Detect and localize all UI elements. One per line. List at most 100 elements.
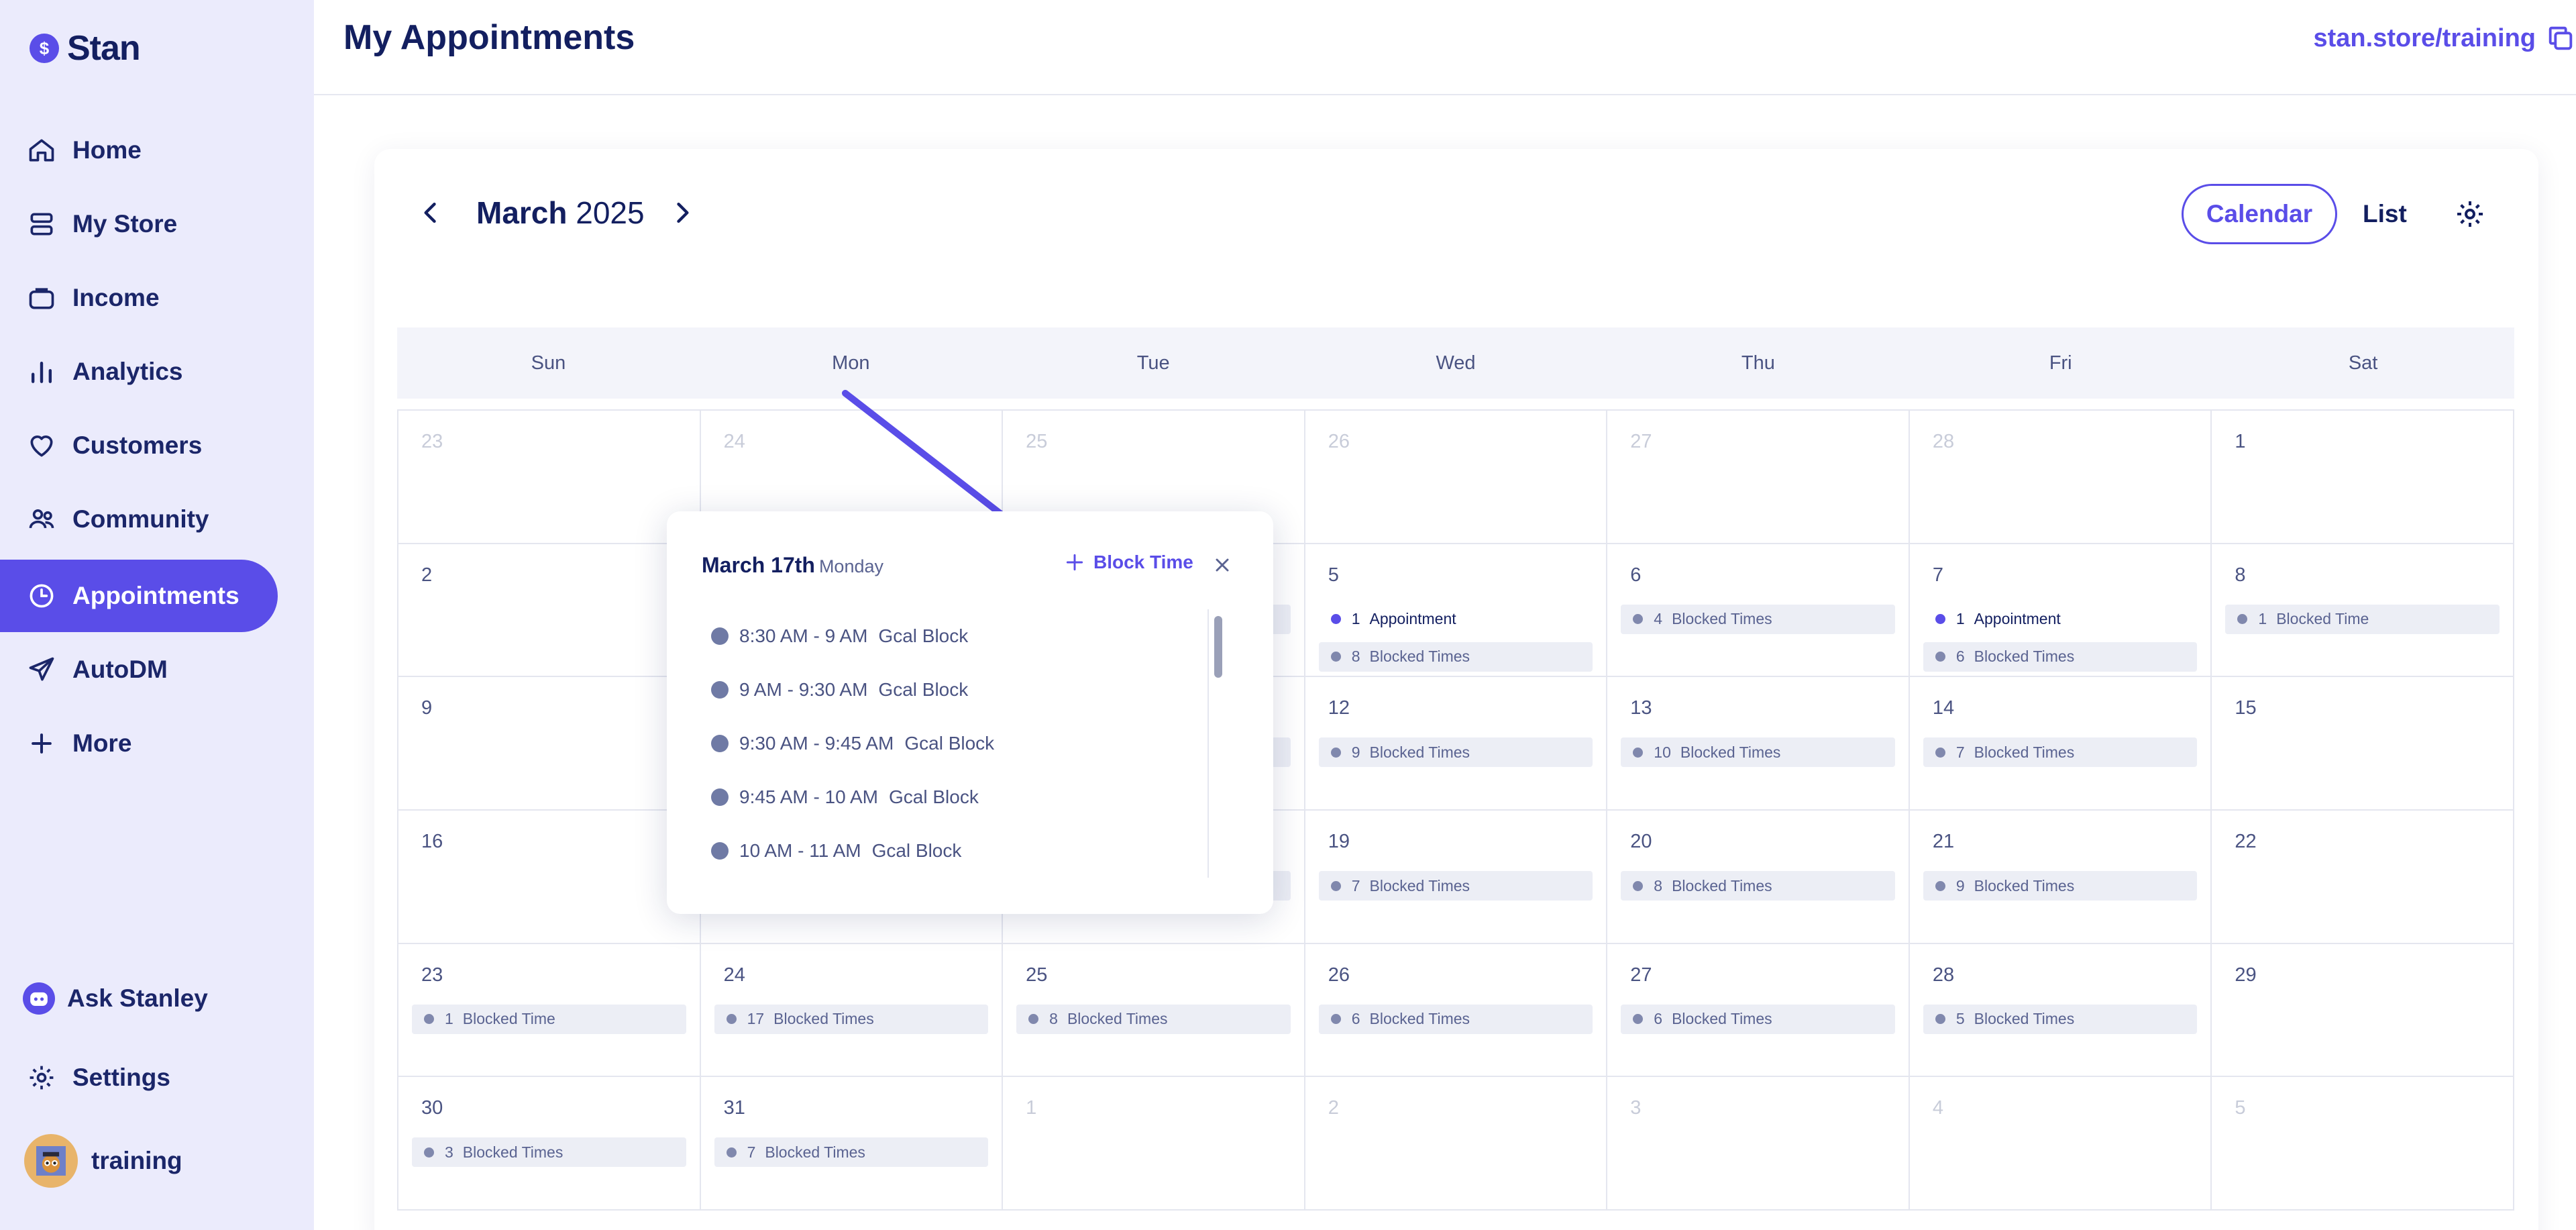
day-cell[interactable]: 14 7 Blocked Times xyxy=(1909,677,2212,811)
blocked-time-chip[interactable]: 7 Blocked Times xyxy=(714,1137,989,1168)
day-number: 30 xyxy=(421,1097,443,1119)
blocked-time-row[interactable]: 9:30 AM - 9:45 AM Gcal Block xyxy=(711,717,1234,770)
day-cell[interactable]: 31 7 Blocked Times xyxy=(700,1077,1004,1211)
event-label: Blocked Times xyxy=(1680,743,1781,761)
blocked-time-chip[interactable]: 6 Blocked Times xyxy=(1923,642,2198,672)
day-cell[interactable]: 2 xyxy=(398,544,701,678)
day-cell[interactable]: 28 xyxy=(1909,411,2212,544)
blocked-time-chip[interactable]: 9 Blocked Times xyxy=(1318,737,1593,768)
blocked-time-row[interactable]: 9 AM - 9:30 AM Gcal Block xyxy=(711,663,1234,717)
event-count: 6 xyxy=(1654,1010,1663,1028)
copy-icon[interactable] xyxy=(2545,23,2576,54)
appointment-chip[interactable]: 1 Appointment xyxy=(1319,605,1593,634)
day-number: 29 xyxy=(2235,964,2257,986)
calendar-view-button[interactable]: Calendar xyxy=(2182,184,2337,244)
blocked-time-chip[interactable]: 4 Blocked Times xyxy=(1621,604,1895,634)
day-number: 27 xyxy=(1630,431,1652,452)
day-cell[interactable]: 4 xyxy=(1909,1077,2212,1211)
day-cell[interactable]: 30 3 Blocked Times xyxy=(398,1077,701,1211)
blocked-time-chip[interactable]: 10 Blocked Times xyxy=(1621,737,1895,768)
event-count: 10 xyxy=(1654,743,1671,761)
status-dot xyxy=(1028,1014,1039,1025)
day-number: 4 xyxy=(1932,1097,1943,1119)
day-cell[interactable]: 5 xyxy=(2212,1077,2514,1211)
blocked-time-row[interactable]: 10 AM - 11 AM Gcal Block xyxy=(711,824,1234,878)
day-cell[interactable]: 26 xyxy=(1305,411,1608,544)
block-source: Gcal Block xyxy=(889,786,979,807)
sidebar-item-analytics[interactable]: Analytics xyxy=(0,336,278,408)
day-cell[interactable]: 29 xyxy=(2212,943,2514,1078)
blocked-time-chip[interactable]: 6 Blocked Times xyxy=(1621,1004,1895,1034)
day-cell[interactable]: 16 xyxy=(398,811,701,944)
brand-logo[interactable]: $ Stan xyxy=(30,29,141,68)
day-cell[interactable]: 13 10 Blocked Times xyxy=(1607,677,1910,811)
block-time-button[interactable]: Block Time xyxy=(1064,552,1193,573)
day-events: 5 Blocked Times xyxy=(1923,1004,2198,1042)
sidebar-item-home[interactable]: Home xyxy=(0,114,278,187)
user-profile[interactable]: training xyxy=(0,1125,278,1197)
day-cell[interactable]: 20 8 Blocked Times xyxy=(1607,811,1910,944)
day-cell[interactable]: 28 5 Blocked Times xyxy=(1909,943,2212,1078)
sidebar-item-settings[interactable]: Settings xyxy=(0,1041,278,1114)
day-cell[interactable]: 9 xyxy=(398,677,701,811)
day-cell[interactable]: 15 xyxy=(2212,677,2514,811)
chevron-left-icon[interactable] xyxy=(416,198,445,227)
event-count: 8 xyxy=(1351,648,1360,666)
day-cell[interactable]: 1 xyxy=(1003,1077,1305,1211)
event-count: 9 xyxy=(1955,876,1965,894)
sidebar-item-income[interactable]: Income xyxy=(0,262,278,334)
blocked-time-chip[interactable]: 7 Blocked Times xyxy=(1318,871,1593,901)
sidebar-item-my-store[interactable]: My Store xyxy=(0,188,278,260)
blocked-time-chip[interactable]: 7 Blocked Times xyxy=(1923,737,2198,768)
day-cell[interactable]: 24 17 Blocked Times xyxy=(700,943,1004,1078)
blocked-time-chip[interactable]: 8 Blocked Times xyxy=(1016,1004,1291,1034)
settings-gear-icon[interactable] xyxy=(2454,198,2486,230)
day-cell[interactable]: 27 6 Blocked Times xyxy=(1607,943,1910,1078)
block-source: Gcal Block xyxy=(904,733,995,754)
day-cell[interactable]: 26 6 Blocked Times xyxy=(1305,943,1608,1078)
day-cell[interactable]: 22 xyxy=(2212,811,2514,944)
sidebar-item-customers[interactable]: Customers xyxy=(0,409,278,482)
day-cell[interactable]: 3 xyxy=(1607,1077,1910,1211)
blocked-time-row[interactable]: 9:45 AM - 10 AM Gcal Block xyxy=(711,770,1234,824)
day-cell[interactable]: 5 1 Appointment 8 Blocked Times xyxy=(1305,544,1608,678)
ask-stanley-button[interactable]: Ask Stanley xyxy=(0,962,278,1035)
blocked-time-row[interactable]: 8:30 AM - 9 AM Gcal Block xyxy=(711,609,1234,663)
day-cell[interactable]: 7 1 Appointment 6 Blocked Times xyxy=(1909,544,2212,678)
day-cell[interactable]: 25 8 Blocked Times xyxy=(1003,943,1305,1078)
list-view-button[interactable]: List xyxy=(2363,200,2407,228)
day-cell[interactable]: 8 1 Blocked Time xyxy=(2212,544,2514,678)
blocked-time-chip[interactable]: 8 Blocked Times xyxy=(1318,642,1593,672)
blocked-time-chip[interactable]: 17 Blocked Times xyxy=(714,1004,989,1034)
day-number: 25 xyxy=(1026,964,1048,986)
blocked-time-chip[interactable]: 9 Blocked Times xyxy=(1923,871,2198,901)
event-label: Blocked Times xyxy=(1369,743,1470,761)
blocked-time-chip[interactable]: 1 Blocked Time xyxy=(412,1004,686,1034)
blocked-time-chip[interactable]: 1 Blocked Time xyxy=(2225,604,2500,634)
sidebar-item-autodm[interactable]: AutoDM xyxy=(0,633,278,706)
day-cell[interactable]: 2 xyxy=(1305,1077,1608,1211)
chevron-right-icon[interactable] xyxy=(667,198,697,227)
scrollbar-thumb[interactable] xyxy=(1214,616,1222,678)
day-cell[interactable]: 23 xyxy=(398,411,701,544)
scrollbar[interactable] xyxy=(1208,609,1226,878)
day-cell[interactable]: 12 9 Blocked Times xyxy=(1305,677,1608,811)
blocked-time-chip[interactable]: 5 Blocked Times xyxy=(1923,1004,2198,1034)
day-cell[interactable]: 19 7 Blocked Times xyxy=(1305,811,1608,944)
blocked-time-chip[interactable]: 3 Blocked Times xyxy=(412,1137,686,1168)
sidebar-item-more[interactable]: More xyxy=(0,707,278,780)
close-icon[interactable] xyxy=(1212,554,1233,576)
day-cell[interactable]: 21 9 Blocked Times xyxy=(1909,811,2212,944)
blocked-time-chip[interactable]: 6 Blocked Times xyxy=(1318,1004,1593,1034)
day-cell[interactable]: 6 4 Blocked Times xyxy=(1607,544,1910,678)
sidebar-item-community[interactable]: Community xyxy=(0,483,278,556)
day-cell[interactable]: 23 1 Blocked Time xyxy=(398,943,701,1078)
event-count: 6 xyxy=(1351,1010,1360,1028)
store-link[interactable]: stan.store/training xyxy=(2314,24,2536,53)
sidebar-item-appointments[interactable]: Appointments xyxy=(0,560,278,632)
weekday-label: Thu xyxy=(1741,352,1775,374)
day-cell[interactable]: 27 xyxy=(1607,411,1910,544)
appointment-chip[interactable]: 1 Appointment xyxy=(1923,605,2198,634)
blocked-time-chip[interactable]: 8 Blocked Times xyxy=(1621,871,1895,901)
day-cell[interactable]: 1 xyxy=(2212,411,2514,544)
